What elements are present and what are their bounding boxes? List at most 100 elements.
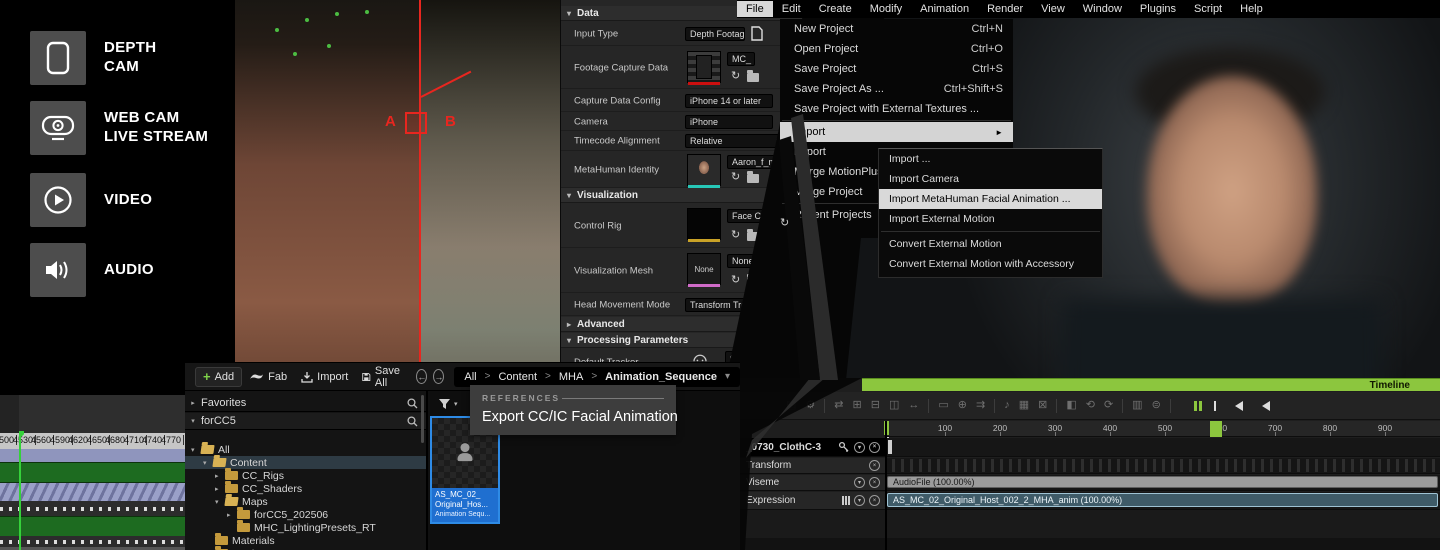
section-visualization[interactable]: ▾ Visualization (561, 188, 812, 203)
circle-chevron-icon[interactable]: ▾ (854, 442, 865, 453)
reset-icon[interactable]: ↻ (731, 275, 740, 286)
split-clip-icon[interactable]: ◫ (889, 400, 899, 411)
move-clip-icon[interactable]: ⇄ (834, 400, 843, 411)
expression-clip[interactable]: AS_MC_02_Original_Host_002_2_MHA_anim (1… (887, 493, 1438, 507)
key-icon[interactable] (838, 441, 850, 453)
track-lane-cloth[interactable] (886, 438, 1440, 457)
control-rig-select[interactable]: Face Con ▾ (727, 209, 783, 223)
transition-icon[interactable]: ⇉ (976, 400, 985, 411)
search-icon[interactable] (407, 398, 418, 409)
track-header-viseme[interactable]: Viseme ▾ × (740, 475, 886, 491)
skip-start-icon[interactable] (1214, 401, 1216, 411)
breadcrumb-all[interactable]: All (464, 371, 476, 383)
control-rig-thumbnail[interactable] (687, 208, 721, 240)
favorites-header[interactable]: ▸ Favorites (185, 395, 426, 412)
track-header-transform[interactable]: Transform × (740, 458, 886, 474)
submenu-item-import-metahuman-facial-animation[interactable]: Import MetaHuman Facial Animation ... (879, 189, 1102, 209)
mini-timeline-ruler[interactable]: 4500 4530 4560 4590 4620 4650 4680 4710 … (0, 433, 185, 449)
breadcrumb-animation-sequence[interactable]: Animation_Sequence (605, 371, 717, 383)
browse-folder-icon[interactable] (747, 277, 759, 286)
track-header-cloth[interactable]: _0730_ClothC-3 ▾ × (740, 438, 886, 457)
timeline-tab[interactable]: Timeline (1370, 380, 1410, 391)
expander-icon[interactable]: ▸ (215, 485, 225, 493)
save-all-button[interactable]: Save All (355, 367, 410, 387)
fab-button[interactable]: Fab (242, 367, 294, 387)
section-processing-parameters[interactable]: ▾ Processing Parameters (561, 333, 812, 348)
tree-item-materials[interactable]: Materials (215, 534, 275, 547)
mirror-icon[interactable]: ◧ (1066, 400, 1076, 411)
submenu-item-import[interactable]: Import ... (879, 149, 1102, 169)
menubar-edit[interactable]: Edit (773, 1, 810, 17)
track-lane-viseme[interactable]: AudioFile (100.00%) (886, 475, 1440, 491)
breadcrumb[interactable]: All > Content > MHA > Animation_Sequence… (454, 367, 740, 387)
default-tracker-value[interactable]: GenericFaceContr (725, 351, 791, 362)
browse-folder-icon[interactable] (747, 232, 759, 241)
menubar-animation[interactable]: Animation (911, 1, 978, 17)
reset-icon[interactable]: ↻ (731, 172, 740, 183)
speed-icon[interactable]: ⟳ (1104, 400, 1113, 411)
expander-icon[interactable]: ▸ (227, 511, 237, 519)
track-header-expression[interactable]: Expression ▾ × (740, 492, 886, 510)
sidebar-item-audio[interactable]: AUDIO (30, 242, 230, 298)
input-type-value[interactable]: Depth Footage (685, 27, 745, 41)
add-clip-icon[interactable]: ⊞ (853, 400, 862, 411)
submenu-item-convert-external-motion[interactable]: Convert External Motion (879, 234, 1102, 254)
tree-item-content[interactable]: ▾ Content (185, 456, 428, 469)
expander-icon[interactable]: ▸ (215, 472, 225, 480)
playhead-line[interactable] (19, 431, 21, 550)
breadcrumb-content[interactable]: Content (498, 371, 537, 383)
browse-folder-icon[interactable] (747, 174, 759, 183)
menu-item-new-project[interactable]: New Project Ctrl+N (780, 19, 1013, 39)
menubar-file[interactable]: File (737, 1, 773, 17)
menubar-render[interactable]: Render (978, 1, 1032, 17)
menu-item-save-project[interactable]: Save Project Ctrl+S (780, 59, 1013, 79)
capture-config-value[interactable]: iPhone 14 or later (685, 94, 773, 108)
menubar-script[interactable]: Script (1185, 1, 1231, 17)
menubar-view[interactable]: View (1032, 1, 1074, 17)
menubar-window[interactable]: Window (1074, 1, 1131, 17)
submenu-item-import-external-motion[interactable]: Import External Motion (879, 209, 1102, 229)
timecode-alignment-select[interactable]: Relative ▾ (685, 134, 785, 148)
identity-value[interactable]: Aaron_f_mes... (727, 155, 785, 169)
pause-button[interactable] (1194, 401, 1202, 411)
circle-chevron-icon[interactable]: ▾ (854, 477, 865, 488)
mesh-value[interactable]: None (727, 254, 783, 268)
identity-thumbnail[interactable] (687, 154, 721, 186)
submenu-item-convert-external-motion-with-accessory[interactable]: Convert External Motion with Accessory (879, 254, 1102, 274)
footage-name-value[interactable]: MC_ (727, 52, 755, 66)
sidebar-item-web-cam[interactable]: WEB CAMLIVE STREAM (30, 100, 230, 156)
track-lane-transform[interactable] (886, 458, 1440, 474)
tree-item-mhc-lightingpresets-rt[interactable]: MHC_LightingPresets_RT (237, 521, 376, 534)
section-advanced[interactable]: ▸ Advanced (561, 317, 812, 332)
audio-clip[interactable]: AudioFile (100.00%) (887, 476, 1438, 488)
sidebar-item-video[interactable]: VIDEO (30, 172, 230, 228)
browse-folder-icon[interactable] (747, 73, 759, 82)
timeline-ruler[interactable]: 100 200 300 400 500 600 700 800 900 (886, 421, 1440, 437)
sample-icon[interactable]: ▦ (1019, 400, 1029, 411)
menu-item-open-project[interactable]: Open Project Ctrl+O (780, 39, 1013, 59)
clip-range-icon[interactable]: ▭ (938, 400, 948, 411)
audio-track-icon[interactable]: ♪ (1004, 400, 1010, 411)
search-icon[interactable] (407, 416, 418, 427)
tree-item-all[interactable]: ▾ All (191, 443, 230, 456)
menubar-modify[interactable]: Modify (861, 1, 911, 17)
menubar-create[interactable]: Create (810, 1, 861, 17)
circle-close-icon[interactable]: × (869, 495, 880, 506)
collection-header[interactable]: ▾ forCC5 (185, 413, 426, 430)
export-range-icon[interactable]: ⊜ (1152, 400, 1161, 411)
sidebar-item-depth-cam[interactable]: DEPTHCAM (30, 30, 230, 86)
track-lane-expression[interactable]: AS_MC_02_Original_Host_002_2_MHA_anim (1… (886, 492, 1440, 510)
zoom-fit-icon[interactable]: ▥ (1132, 400, 1142, 411)
back-button[interactable]: ← (416, 369, 427, 384)
circle-close-icon[interactable]: × (869, 477, 880, 488)
import-button[interactable]: Import (294, 367, 355, 387)
tree-scrollbar[interactable] (421, 395, 424, 443)
chevron-down-icon[interactable]: ▾ (725, 371, 730, 382)
filter-control[interactable]: ▾ (438, 398, 458, 410)
forward-button[interactable]: → (433, 369, 444, 384)
track-list-icon[interactable]: ▤ (786, 400, 796, 411)
remove-clip-icon[interactable]: ⊟ (871, 400, 880, 411)
track-settings-icon[interactable]: ⚙ (805, 400, 815, 411)
loop-icon[interactable]: ⟲ (1086, 400, 1095, 411)
skip-start-icon[interactable] (1235, 401, 1243, 411)
